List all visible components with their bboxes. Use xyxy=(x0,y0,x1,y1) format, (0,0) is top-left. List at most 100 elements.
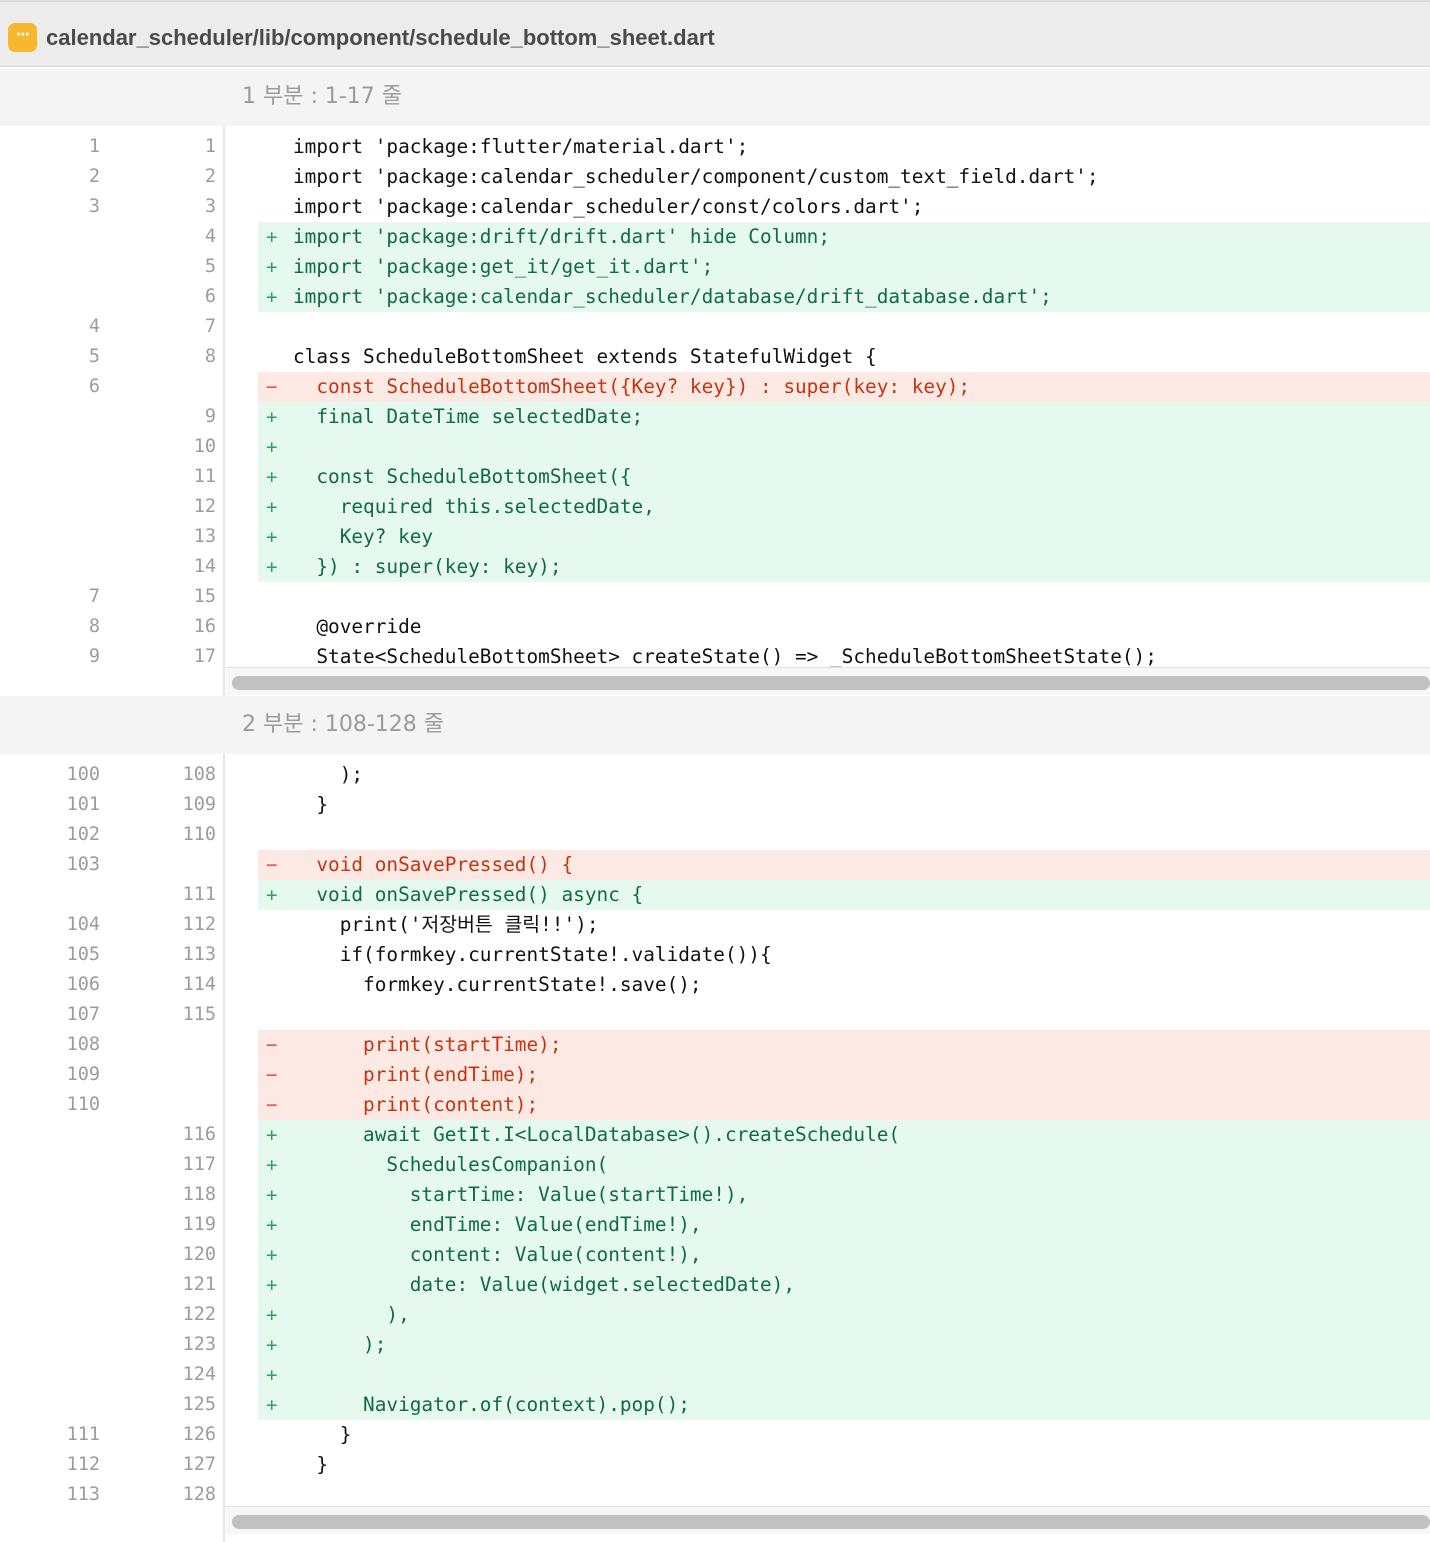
code-text: ), xyxy=(293,1303,410,1326)
context-line: 101 109 } xyxy=(0,790,1430,820)
horizontal-scrollbar[interactable] xyxy=(226,1506,1430,1534)
code-text: const ScheduleBottomSheet({Key? key}) : … xyxy=(293,375,971,398)
old-line-number xyxy=(40,522,100,552)
old-line-number: 108 xyxy=(66,1034,100,1055)
new-line-number: 3 xyxy=(204,196,216,217)
context-line: 5 8 class ScheduleBottomSheet extends Stat… xyxy=(0,342,1430,372)
plus-icon: + xyxy=(266,496,278,518)
old-line-number xyxy=(40,552,100,582)
new-line-number: 2 xyxy=(204,166,216,187)
new-line-number: 8 xyxy=(204,346,216,367)
new-line-number: 127 xyxy=(182,1454,216,1475)
removed-line: 108 − print(startTime); xyxy=(0,1030,1430,1060)
new-line-number: 1 xyxy=(204,136,216,157)
code-text: import 'package:calendar_scheduler/compo… xyxy=(293,165,1099,188)
plus-icon: + xyxy=(266,1274,278,1296)
code-text: print('저장버튼 클릭!!'); xyxy=(293,913,599,936)
file-path-title: calendar_scheduler/lib/component/schedul… xyxy=(46,25,715,50)
code-text: Key? key xyxy=(293,525,434,548)
plus-icon: + xyxy=(266,436,278,458)
code-text: final DateTime selectedDate; xyxy=(293,405,644,428)
added-line: 122 + ), xyxy=(0,1300,1430,1330)
context-line: 106 114 formkey.currentState!.save(); xyxy=(0,970,1430,1000)
new-line-number: 128 xyxy=(182,1484,216,1505)
code-text: ); xyxy=(293,1333,387,1356)
code-text: content: Value(content!), xyxy=(293,1243,702,1266)
code-text: class ScheduleBottomSheet extends Statef… xyxy=(293,345,877,368)
plus-icon: + xyxy=(266,1124,278,1146)
new-line-number: 121 xyxy=(182,1274,216,1295)
new-line-number: 11 xyxy=(193,466,216,487)
new-line-number: 108 xyxy=(182,764,216,785)
old-line-number: 104 xyxy=(66,914,100,935)
code-text: } xyxy=(293,1423,352,1446)
plus-icon: + xyxy=(266,286,278,308)
new-line-number: 120 xyxy=(182,1244,216,1265)
plus-icon: + xyxy=(266,256,278,278)
context-line: 111 126 } xyxy=(0,1420,1430,1450)
line-highlight xyxy=(258,432,1430,462)
plus-icon: + xyxy=(266,884,278,906)
old-line-number xyxy=(40,222,100,252)
added-line: 6 + import 'package:calendar_scheduler/dat… xyxy=(0,282,1430,312)
code-text: SchedulesCompanion( xyxy=(293,1153,609,1176)
new-line-number: 117 xyxy=(182,1154,216,1175)
added-line: 9 + final DateTime selectedDate; xyxy=(0,402,1430,432)
plus-icon: + xyxy=(266,226,278,248)
new-line-number: 12 xyxy=(193,496,216,517)
old-line-number xyxy=(40,1120,100,1150)
old-line-number: 103 xyxy=(66,854,100,875)
context-line: 104 112 print('저장버튼 클릭!!'); xyxy=(0,910,1430,940)
old-line-number xyxy=(40,1240,100,1270)
new-line-number: 116 xyxy=(182,1124,216,1145)
code-text: await GetIt.I<LocalDatabase>().createSch… xyxy=(293,1123,901,1146)
new-line-number: 109 xyxy=(182,794,216,815)
new-line-number: 125 xyxy=(182,1394,216,1415)
new-line-number: 9 xyxy=(204,406,216,427)
horizontal-scrollbar[interactable] xyxy=(226,667,1430,695)
old-line-number: 4 xyxy=(88,316,100,337)
code-text: endTime: Value(endTime!), xyxy=(293,1213,702,1236)
old-line-number: 9 xyxy=(88,646,100,667)
context-line: 47 xyxy=(0,312,1430,342)
old-line-number: 106 xyxy=(66,974,100,995)
new-line-number: 6 xyxy=(204,286,216,307)
code-text: print(startTime); xyxy=(293,1033,562,1056)
old-line-number: 2 xyxy=(88,166,100,187)
old-line-number xyxy=(40,880,100,910)
added-line: 121 + date: Value(widget.selectedDate), xyxy=(0,1270,1430,1300)
code-text: formkey.currentState!.save(); xyxy=(293,973,702,996)
code-text: } xyxy=(293,1453,329,1476)
added-line: 119 + endTime: Value(endTime!), xyxy=(0,1210,1430,1240)
new-line-number: 5 xyxy=(204,256,216,277)
minus-icon: − xyxy=(266,1094,278,1116)
plus-icon: + xyxy=(266,526,278,548)
minus-icon: − xyxy=(266,376,278,398)
new-line-number xyxy=(156,372,216,402)
old-line-number xyxy=(40,492,100,522)
minus-icon: − xyxy=(266,1034,278,1056)
added-line: 118 + startTime: Value(startTime!), xyxy=(0,1180,1430,1210)
removed-line: 110 − print(content); xyxy=(0,1090,1430,1120)
old-line-number xyxy=(40,1180,100,1210)
old-line-number: 102 xyxy=(66,824,100,845)
new-line-number: 13 xyxy=(193,526,216,547)
file-menu-icon[interactable]: ··· xyxy=(8,23,37,52)
new-line-number: 111 xyxy=(182,884,216,905)
context-line: 107 115 xyxy=(0,1000,1430,1030)
old-line-number xyxy=(40,1330,100,1360)
plus-icon: + xyxy=(266,466,278,488)
new-line-number: 7 xyxy=(204,316,216,337)
new-line-number: 110 xyxy=(182,824,216,845)
plus-icon: + xyxy=(266,1394,278,1416)
code-text: import 'package:get_it/get_it.dart'; xyxy=(293,255,714,278)
scrollbar-thumb[interactable] xyxy=(232,676,1430,690)
scrollbar-thumb[interactable] xyxy=(232,1515,1430,1529)
new-line-number: 17 xyxy=(193,646,216,667)
old-line-number: 112 xyxy=(66,1454,100,1475)
added-line: 12 + required this.selectedDate, xyxy=(0,492,1430,522)
plus-icon: + xyxy=(266,1364,278,1386)
code-text: import 'package:calendar_scheduler/datab… xyxy=(293,285,1052,308)
new-line-number: 119 xyxy=(182,1214,216,1235)
new-line-number: 113 xyxy=(182,944,216,965)
